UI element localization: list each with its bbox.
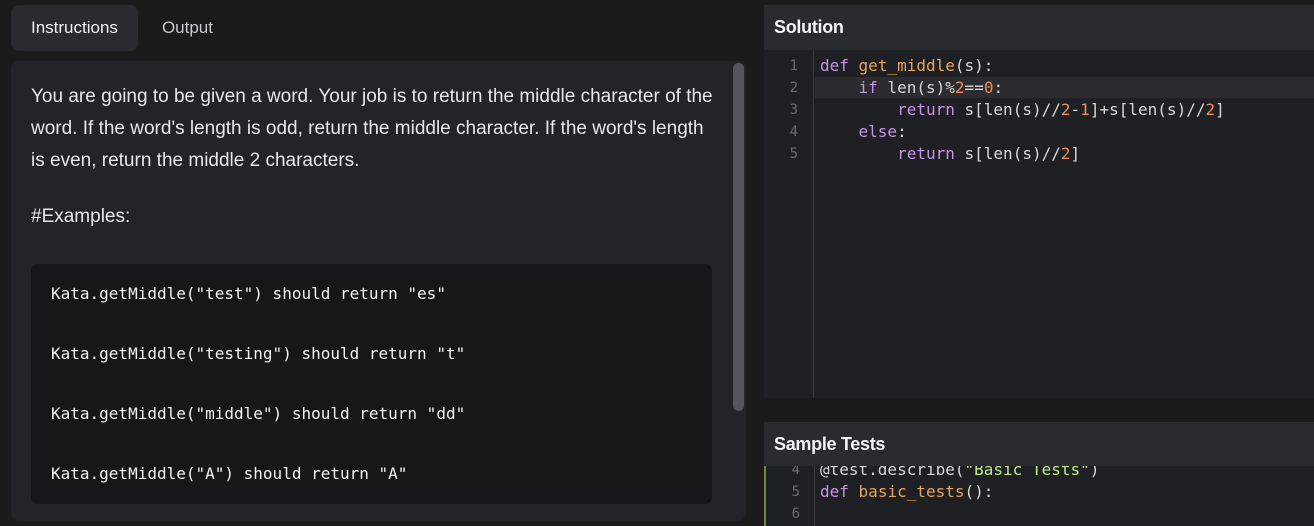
line-gutter: 1 2 3 4 5 bbox=[764, 50, 814, 398]
solution-header: Solution bbox=[764, 5, 1314, 50]
example-line: Kata.getMiddle("middle") should return "… bbox=[51, 404, 466, 423]
example-line: Kata.getMiddle("test") should return "es… bbox=[51, 284, 446, 303]
instructions-scrollbar[interactable] bbox=[733, 63, 744, 411]
line-number: 1 bbox=[789, 58, 798, 74]
line-gutter: 4 5 6 bbox=[764, 466, 815, 526]
code-line: return s[len(s)//2] bbox=[897, 144, 1081, 163]
code-line: return s[len(s)//2-1]+s[len(s)//2] bbox=[897, 100, 1225, 119]
code-area: Solution 1 2 3 4 5 def get_middle(s): if… bbox=[764, 5, 1314, 526]
instructions-panel: You are going to be given a word. Your j… bbox=[11, 61, 746, 521]
line-number: 4 bbox=[791, 466, 800, 478]
code-line: @test.describe("Basic Tests") bbox=[820, 466, 1100, 479]
line-number: 4 bbox=[789, 124, 798, 140]
sample-tests-header: Sample Tests bbox=[764, 422, 1314, 467]
code-line: if len(s)%2==0: bbox=[858, 78, 1004, 97]
example-line: Kata.getMiddle("testing") should return … bbox=[51, 344, 466, 363]
tab-output[interactable]: Output bbox=[142, 5, 233, 51]
code-line: else: bbox=[858, 122, 907, 141]
line-number: 2 bbox=[789, 80, 798, 96]
examples-heading: #Examples: bbox=[31, 206, 131, 227]
tab-instructions[interactable]: Instructions bbox=[11, 5, 138, 51]
code-line: def basic_tests(): bbox=[820, 482, 994, 501]
line-number: 6 bbox=[791, 506, 800, 522]
instructions-paragraph: You are going to be given a word. Your j… bbox=[31, 86, 713, 171]
sample-tests-editor[interactable]: 4 5 6 @test.describe("Basic Tests") def … bbox=[764, 466, 1314, 526]
line-number: 3 bbox=[789, 102, 798, 118]
code-line: def get_middle(s): bbox=[820, 56, 994, 75]
line-number: 5 bbox=[789, 146, 798, 162]
instructions-content: You are going to be given a word. Your j… bbox=[31, 81, 721, 233]
solution-editor[interactable]: 1 2 3 4 5 def get_middle(s): if len(s)%2… bbox=[764, 50, 1314, 398]
panel-tabs: Instructions Output bbox=[11, 5, 233, 51]
line-number: 5 bbox=[791, 484, 800, 500]
example-line: Kata.getMiddle("A") should return "A" bbox=[51, 464, 408, 483]
examples-code-block: Kata.getMiddle("test") should return "es… bbox=[31, 264, 712, 504]
